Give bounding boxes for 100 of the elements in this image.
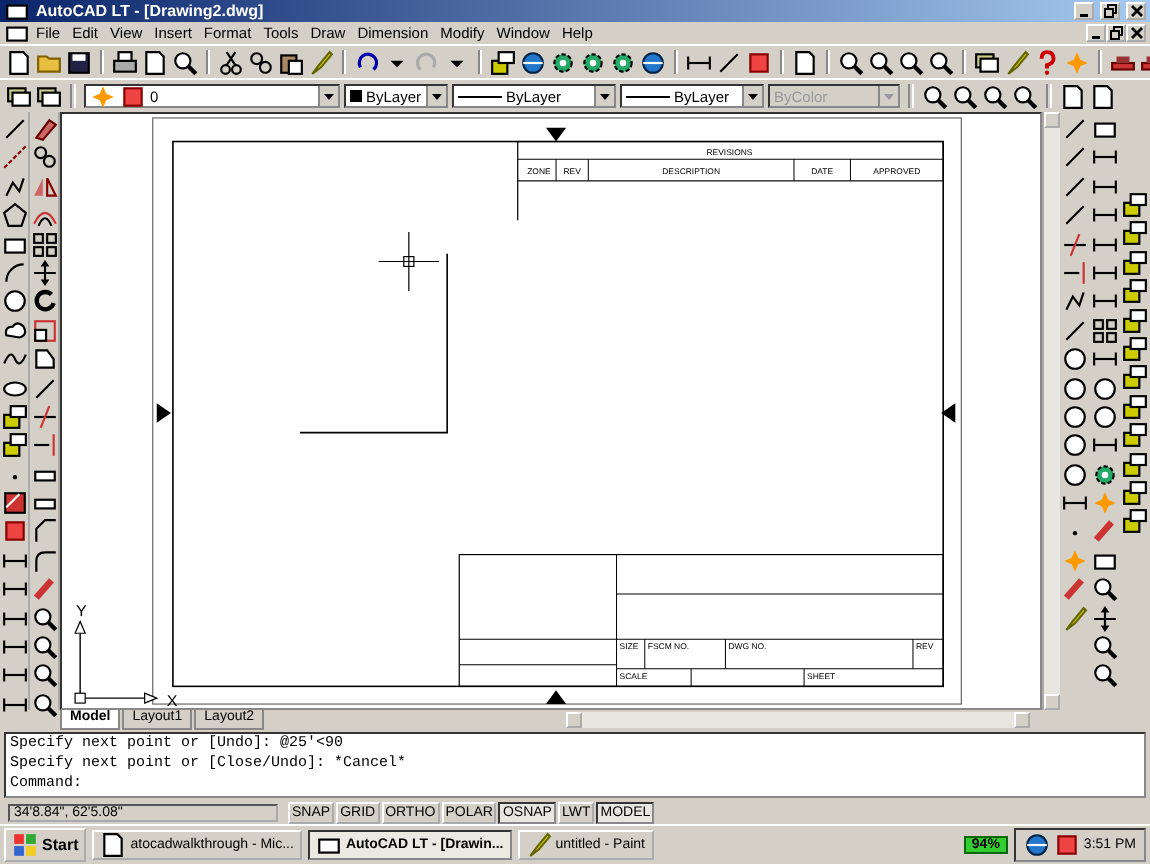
layers-icon[interactable] <box>6 83 32 109</box>
block-icon[interactable] <box>1122 393 1148 420</box>
save-icon[interactable] <box>66 49 92 75</box>
block-icon[interactable] <box>1122 278 1148 305</box>
gear-icon[interactable] <box>1092 461 1118 488</box>
line-icon[interactable] <box>1062 144 1088 171</box>
move-icon[interactable] <box>1092 605 1118 632</box>
block-icon[interactable] <box>1 432 27 459</box>
zoom-icon[interactable] <box>1092 634 1118 661</box>
circle-icon[interactable] <box>1092 403 1118 430</box>
circle-icon[interactable] <box>1062 432 1088 459</box>
block-icon[interactable] <box>1122 307 1148 334</box>
layers-icon[interactable] <box>974 49 1000 75</box>
array-icon[interactable] <box>31 231 57 258</box>
circle-icon[interactable] <box>1062 346 1088 373</box>
line-icon[interactable] <box>1062 202 1088 229</box>
cloud-icon[interactable] <box>1 317 27 344</box>
zoom-icon[interactable] <box>922 83 948 109</box>
vertical-scrollbar[interactable] <box>1042 112 1060 710</box>
polyline-icon[interactable] <box>1 173 27 200</box>
zoom-icon[interactable] <box>1092 662 1118 689</box>
zoom-icon[interactable] <box>31 691 57 718</box>
line-icon[interactable] <box>1 116 27 142</box>
dropdown-caret-icon[interactable] <box>426 86 446 106</box>
line-icon[interactable] <box>1062 116 1088 142</box>
start-button[interactable]: Start <box>4 828 87 862</box>
line-icon[interactable] <box>31 375 57 402</box>
block-icon[interactable] <box>1122 364 1148 391</box>
zoom-icon[interactable] <box>31 605 57 632</box>
polygon-icon[interactable] <box>1 202 27 229</box>
copy-icon[interactable] <box>248 49 274 75</box>
dropdown-caret-icon[interactable] <box>318 86 338 106</box>
horizontal-scrollbar[interactable] <box>566 712 1030 728</box>
block-icon[interactable] <box>1122 451 1148 478</box>
block-icon[interactable] <box>1122 479 1148 506</box>
extend-icon[interactable] <box>1062 259 1088 286</box>
line-icon[interactable] <box>716 49 742 75</box>
block-icon[interactable] <box>1122 508 1148 535</box>
polyline-icon[interactable] <box>1062 288 1088 315</box>
circle-icon[interactable] <box>1092 375 1118 402</box>
ellipse-icon[interactable] <box>1 375 27 402</box>
copy-icon[interactable] <box>31 144 57 171</box>
print-icon[interactable] <box>112 49 138 75</box>
arc-icon[interactable] <box>1 259 27 286</box>
brush-icon[interactable] <box>308 49 334 75</box>
zoom-icon[interactable] <box>31 634 57 661</box>
new-file-icon[interactable] <box>142 49 168 75</box>
zoom-icon[interactable] <box>172 49 198 75</box>
array-icon[interactable] <box>1092 317 1118 344</box>
block-icon[interactable] <box>1122 192 1148 218</box>
hatch-icon[interactable] <box>1 490 27 517</box>
gear-icon[interactable] <box>610 49 636 75</box>
gear-icon[interactable] <box>580 49 606 75</box>
block-icon[interactable] <box>490 49 516 75</box>
help-icon[interactable] <box>1034 49 1060 75</box>
zoom-icon[interactable] <box>868 49 894 75</box>
globe-icon[interactable] <box>640 49 666 75</box>
trim-icon[interactable] <box>31 403 57 430</box>
zoom-icon[interactable] <box>952 83 978 109</box>
dropdown-caret-icon[interactable] <box>594 86 614 106</box>
zoom-icon[interactable] <box>928 49 954 75</box>
fillet-icon[interactable] <box>31 547 57 574</box>
block-icon[interactable] <box>1122 220 1148 247</box>
block-icon[interactable] <box>1 403 27 430</box>
mirror-icon[interactable] <box>31 173 57 200</box>
new-file-icon[interactable] <box>792 49 818 75</box>
zoom-icon[interactable] <box>31 662 57 689</box>
zoom-icon[interactable] <box>1012 83 1038 109</box>
block-icon[interactable] <box>1122 335 1148 362</box>
line-icon[interactable] <box>1062 317 1088 344</box>
circle-icon[interactable] <box>1062 375 1088 402</box>
layers-icon[interactable] <box>36 83 62 109</box>
paste-icon[interactable] <box>278 49 304 75</box>
circle-icon[interactable] <box>1 288 27 315</box>
circle-icon[interactable] <box>1062 403 1088 430</box>
scale-icon[interactable] <box>31 317 57 344</box>
region-icon[interactable] <box>1 518 27 545</box>
trim-icon[interactable] <box>1062 231 1088 258</box>
zoom-icon[interactable] <box>982 83 1008 109</box>
gear-icon[interactable] <box>550 49 576 75</box>
extend-icon[interactable] <box>31 432 57 459</box>
block-icon[interactable] <box>1122 249 1148 276</box>
line-icon[interactable] <box>1062 173 1088 200</box>
block-icon[interactable] <box>1122 422 1148 449</box>
zoom-icon[interactable] <box>838 49 864 75</box>
new-file-icon[interactable] <box>6 49 32 75</box>
construction-line-icon[interactable] <box>1 144 27 171</box>
zoom-icon[interactable] <box>898 49 924 75</box>
globe-icon[interactable] <box>520 49 546 75</box>
open-folder-icon[interactable] <box>36 49 62 75</box>
dropdown-caret-icon[interactable] <box>742 86 762 106</box>
rotate-icon[interactable] <box>31 288 57 315</box>
new-file-icon[interactable] <box>1060 83 1086 109</box>
chamfer-icon[interactable] <box>31 518 57 545</box>
undo-icon[interactable] <box>354 49 380 75</box>
eraser-icon[interactable] <box>31 116 57 142</box>
zoom-icon[interactable] <box>1092 576 1118 603</box>
move-icon[interactable] <box>31 259 57 286</box>
new-file-icon[interactable] <box>1090 83 1116 109</box>
circle-icon[interactable] <box>1062 461 1088 488</box>
